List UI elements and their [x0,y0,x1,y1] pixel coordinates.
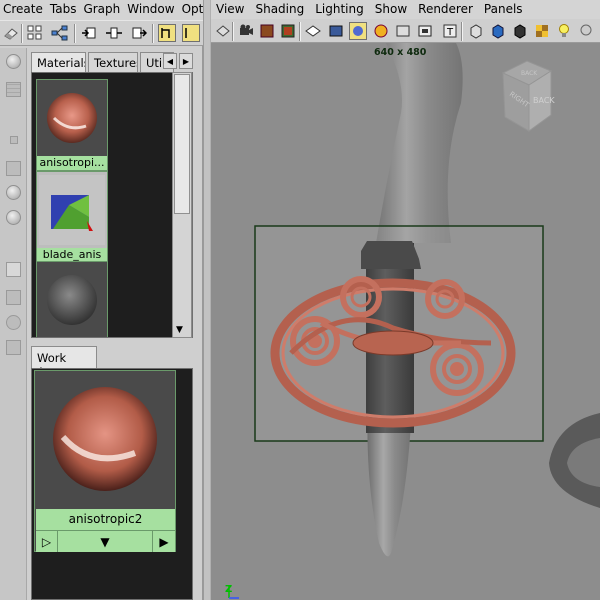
guard-center-plate [352,330,434,356]
sort-by-time-icon[interactable] [6,315,21,330]
menu-tabs[interactable]: Tabs [47,0,81,20]
material-swatch-blade[interactable]: blade_anis [36,171,108,263]
3d-viewport[interactable]: BACK RIGHT BACK Z 640 x 480 [211,43,600,600]
material-thumbnail [37,262,107,337]
tab-scroll-left-icon[interactable]: ◀ [163,53,177,69]
materials-browser: anisotropi... blade_anis [31,72,193,338]
list-view-icon[interactable] [6,82,21,97]
menu-show[interactable]: Show [370,0,413,19]
materials-scrollbar[interactable]: ▼ [172,72,192,338]
material-swatch-anisotropic[interactable]: anisotropi... [36,79,108,171]
sort-by-type-icon[interactable] [6,290,21,305]
menu-shading[interactable]: Shading [250,0,310,19]
view-cube-icon: BACK RIGHT BACK [501,60,555,132]
medium-swatch-icon[interactable] [6,161,21,176]
menu-lighting[interactable]: Lighting [310,0,370,19]
hypershade-tabs: Materials Textures Util ◀ ▶ [31,52,203,73]
sort-reverse-icon[interactable] [6,340,21,355]
hypershade-toolbar [0,20,203,46]
wireframe-icon[interactable] [327,22,345,40]
tab-textures[interactable]: Textures [88,52,138,72]
work-area-swatch-controls: ▷ ▼ ▶ [36,530,175,552]
menu-window[interactable]: Window [124,0,178,20]
material-swatch-lambert[interactable]: lambert1 [36,261,108,337]
image-plane-icon[interactable] [279,22,297,40]
hypershade-menubar: Create Tabs Graph Window Optio [0,0,203,20]
textured-cube-icon[interactable] [533,22,551,40]
bookmarks-icon[interactable] [258,22,276,40]
blade-background-shape [376,43,463,243]
material-label: blade_anis [37,248,107,262]
material-thumbnail [37,172,107,248]
play-icon[interactable]: ▷ [36,531,58,552]
select-camera-icon[interactable] [214,22,232,40]
view-cube-corner-label: BACK [521,70,538,77]
material-label: anisotropi... [37,156,107,170]
input-connections-icon[interactable] [80,24,98,42]
axis-indicator-icon: Z [225,584,239,599]
axis-z-label: Z [225,584,232,595]
expand-right-icon[interactable]: ▶ [153,531,175,552]
output-connections-icon[interactable] [130,24,148,42]
smooth-shade-icon[interactable] [349,22,367,40]
viewport-toolbar: T [211,19,600,43]
use-all-lights-icon[interactable] [394,22,412,40]
shadows-icon[interactable] [577,22,595,40]
hypershade-side-toolbar [0,48,27,600]
light-bulb-icon[interactable] [555,22,573,40]
dark-cube-icon[interactable] [511,22,529,40]
expand-down-icon[interactable]: ▼ [58,531,153,552]
menu-renderer[interactable]: Renderer [413,0,479,19]
graph-network-icon[interactable] [51,24,69,42]
menu-options[interactable]: Optio [179,0,203,20]
xlarge-swatch-icon[interactable] [6,210,21,225]
menu-view[interactable]: View [211,0,250,19]
menu-create[interactable]: Create [0,0,47,20]
wire-cube-icon[interactable] [467,22,485,40]
tab-materials[interactable]: Materials [31,52,86,73]
large-swatch-icon[interactable] [6,185,21,200]
menu-graph[interactable]: Graph [80,0,124,20]
shaded-cube-icon[interactable] [489,22,507,40]
input-output-connections-icon[interactable] [105,24,123,42]
svg-text:T: T [446,27,454,38]
hypershade-panel: Create Tabs Graph Window Optio [0,0,203,600]
wireframe-on-shaded-icon[interactable] [416,22,434,40]
work-area-swatch-label: anisotropic2 [36,509,175,530]
tab-work-area[interactable]: Work Area [31,346,97,379]
textured-icon[interactable] [372,22,390,40]
tab-scroll-right-icon[interactable]: ▶ [179,53,193,69]
viewport-panel: View Shading Lighting Show Renderer Pane… [211,0,600,600]
graph-add-icon[interactable] [182,24,200,42]
small-swatch-icon[interactable] [10,136,18,144]
scrollbar-thumb[interactable] [174,74,190,214]
isolate-select-icon[interactable] [304,22,322,40]
material-thumbnail [37,80,107,156]
sphere-swatch-icon[interactable] [6,54,21,69]
grid-layout-icon[interactable] [26,24,44,42]
panel-divider[interactable] [203,0,211,600]
menu-panels[interactable]: Panels [479,0,529,19]
camera-attributes-icon[interactable] [237,22,255,40]
xray-icon[interactable]: T [441,22,459,40]
view-cube-back-label: BACK [533,96,555,105]
scroll-down-icon[interactable]: ▼ [176,325,183,335]
eraser-icon[interactable] [2,24,20,42]
graph-clear-icon[interactable] [158,24,176,42]
viewport-menubar: View Shading Lighting Show Renderer Pane… [211,0,600,19]
resolution-label: 640 x 480 [374,47,427,58]
sort-by-name-icon[interactable] [6,262,21,277]
